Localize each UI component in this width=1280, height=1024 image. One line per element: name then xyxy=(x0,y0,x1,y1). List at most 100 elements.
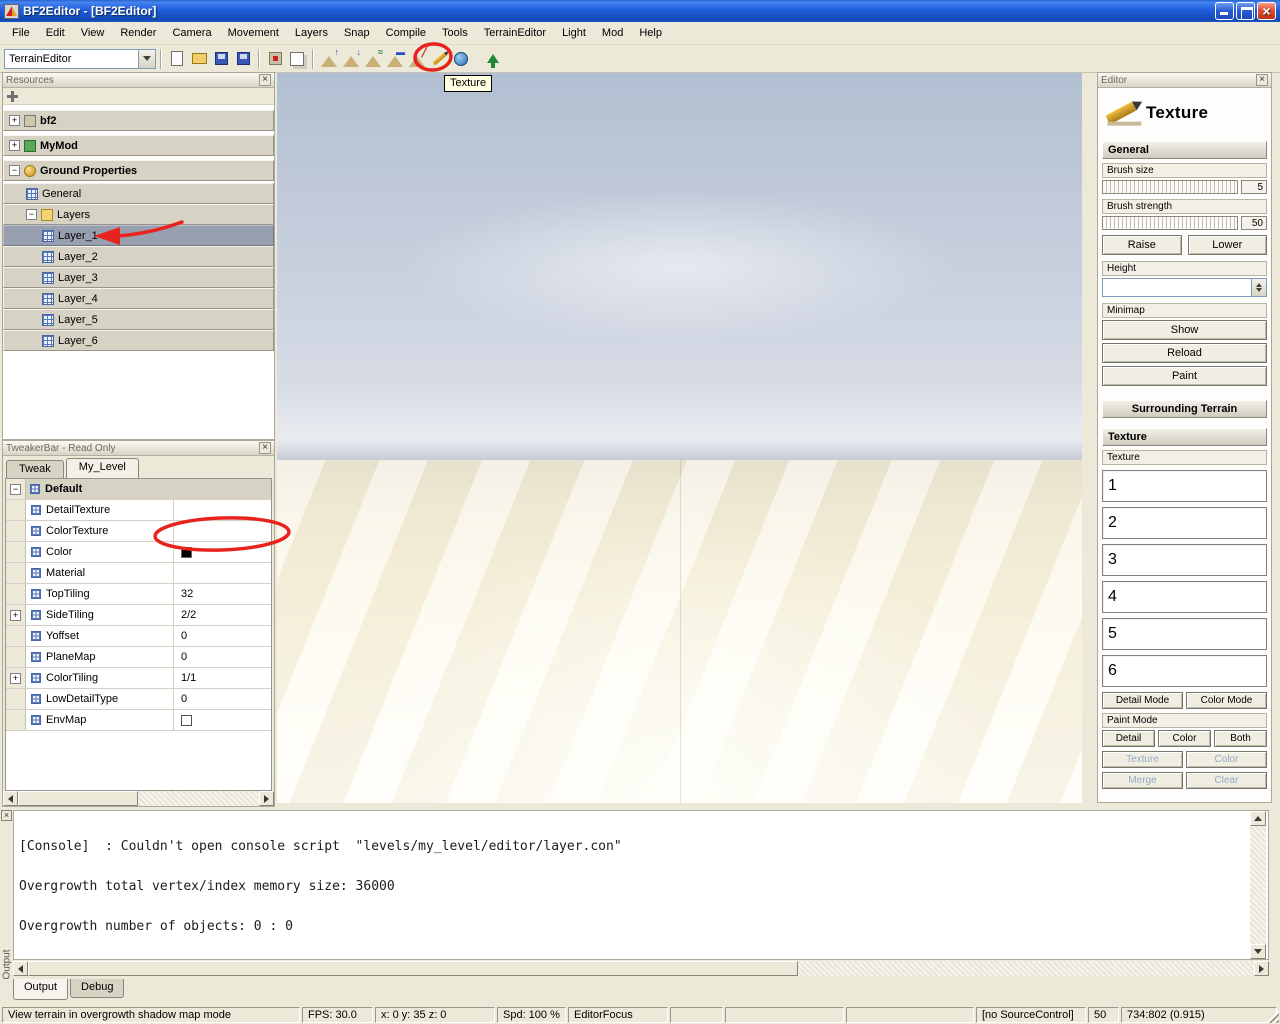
terrain-viewport[interactable] xyxy=(277,73,1082,803)
collapse-icon[interactable] xyxy=(26,209,37,220)
menu-item-view[interactable]: View xyxy=(73,23,113,43)
property-row-sidetiling[interactable]: SideTiling 2/2 xyxy=(6,605,271,626)
tree-item-layer-2[interactable]: Layer_2 xyxy=(3,246,274,267)
menu-item-snap[interactable]: Snap xyxy=(336,23,378,43)
menu-item-camera[interactable]: Camera xyxy=(164,23,219,43)
property-value[interactable] xyxy=(174,542,271,562)
property-row-toptiling[interactable]: TopTiling 32 xyxy=(6,584,271,605)
expand-icon[interactable] xyxy=(10,672,21,684)
tree-item-layer-3[interactable]: Layer_3 xyxy=(3,267,274,288)
tab-tweak[interactable]: Tweak xyxy=(6,460,64,478)
terrain-raise-icon[interactable]: ↑ xyxy=(318,47,340,70)
height-spinner[interactable] xyxy=(1251,279,1266,296)
menu-item-mod[interactable]: Mod xyxy=(594,23,631,43)
property-row-detailtexture[interactable]: DetailTexture xyxy=(6,500,271,521)
expand-icon[interactable] xyxy=(10,609,21,621)
scroll-thumb[interactable] xyxy=(28,961,798,976)
menu-item-tools[interactable]: Tools xyxy=(434,23,476,43)
envmap-checkbox[interactable] xyxy=(181,714,192,726)
scroll-left-icon[interactable] xyxy=(13,961,28,976)
property-row-planemap[interactable]: PlaneMap 0 xyxy=(6,647,271,668)
property-value[interactable]: 32 xyxy=(174,584,271,604)
close-icon[interactable] xyxy=(1256,74,1268,86)
scroll-thumb[interactable] xyxy=(18,791,138,806)
property-row-colortiling[interactable]: ColorTiling 1/1 xyxy=(6,668,271,689)
property-value[interactable]: 0 xyxy=(174,626,271,646)
property-value[interactable] xyxy=(174,563,271,583)
merge-button[interactable]: Merge xyxy=(1102,772,1183,789)
clear-button[interactable]: Clear xyxy=(1186,772,1267,789)
color-toggle-button[interactable]: Color xyxy=(1186,751,1267,768)
menu-item-compile[interactable]: Compile xyxy=(378,23,434,43)
property-row-color[interactable]: Color xyxy=(6,542,271,563)
texture-slot-3[interactable]: 3 xyxy=(1102,544,1267,576)
duplicate-pages-icon[interactable] xyxy=(286,48,308,70)
texture-slot-6[interactable]: 6 xyxy=(1102,655,1267,687)
tree-item-layer-4[interactable]: Layer_4 xyxy=(3,288,274,309)
texture-paint-icon[interactable] xyxy=(428,48,450,70)
lower-button[interactable]: Lower xyxy=(1187,235,1267,255)
property-row-material[interactable]: Material xyxy=(6,563,271,584)
collapse-icon[interactable] xyxy=(9,165,20,176)
tree-item-general[interactable]: General xyxy=(3,183,274,204)
texture-slot-1[interactable]: 1 xyxy=(1102,470,1267,502)
menu-item-terraineditor[interactable]: TerrainEditor xyxy=(476,23,554,43)
tweaker-horizontal-scrollbar[interactable] xyxy=(3,791,274,806)
menu-item-light[interactable]: Light xyxy=(554,23,594,43)
scroll-right-icon[interactable] xyxy=(259,791,274,806)
property-value[interactable]: 1/1 xyxy=(174,668,271,688)
menu-item-file[interactable]: File xyxy=(4,23,38,43)
save-icon[interactable] xyxy=(210,48,232,70)
paint-both-button[interactable]: Both xyxy=(1214,730,1267,747)
menu-item-help[interactable]: Help xyxy=(631,23,670,43)
color-mode-button[interactable]: Color Mode xyxy=(1186,692,1267,709)
expand-icon[interactable] xyxy=(9,115,20,126)
property-value[interactable] xyxy=(174,521,271,541)
detail-mode-button[interactable]: Detail Mode xyxy=(1102,692,1183,709)
texture-slot-4[interactable]: 4 xyxy=(1102,581,1267,613)
menu-item-edit[interactable]: Edit xyxy=(38,23,73,43)
output-vertical-scrollbar[interactable] xyxy=(1250,811,1266,959)
texture-slot-5[interactable]: 5 xyxy=(1102,618,1267,650)
expand-icon[interactable] xyxy=(9,140,20,151)
close-icon[interactable] xyxy=(1,810,12,821)
property-row-lowdetailtype[interactable]: LowDetailType 0 xyxy=(6,689,271,710)
tree-item-mymod[interactable]: MyMod xyxy=(3,135,274,156)
property-value[interactable] xyxy=(174,710,271,730)
property-value[interactable]: 2/2 xyxy=(174,605,271,625)
property-value[interactable]: 0 xyxy=(174,689,271,709)
menu-item-layers[interactable]: Layers xyxy=(287,23,336,43)
menu-item-render[interactable]: Render xyxy=(112,23,164,43)
paint-button[interactable]: Paint xyxy=(1102,366,1267,386)
paint-color-button[interactable]: Color xyxy=(1158,730,1211,747)
import-package-icon[interactable] xyxy=(264,48,286,70)
height-input[interactable] xyxy=(1102,278,1267,297)
terrain-ramp-icon[interactable]: ╱ xyxy=(406,47,428,70)
scroll-down-icon[interactable] xyxy=(1250,944,1266,959)
new-file-icon[interactable] xyxy=(166,48,188,70)
property-row-yoffset[interactable]: Yoffset 0 xyxy=(6,626,271,647)
terrain-flatten-icon[interactable]: ▬ xyxy=(384,47,406,70)
surrounding-terrain-button[interactable]: Surrounding Terrain xyxy=(1102,400,1267,418)
maximize-button[interactable] xyxy=(1236,2,1255,20)
property-value[interactable] xyxy=(174,500,271,520)
tab-output[interactable]: Output xyxy=(13,979,69,1000)
reload-button[interactable]: Reload xyxy=(1102,343,1267,363)
texture-slot-2[interactable]: 2 xyxy=(1102,507,1267,539)
brush-strength-slider[interactable] xyxy=(1102,216,1238,230)
tree-item-bf2[interactable]: bf2 xyxy=(3,110,274,131)
color-swatch[interactable] xyxy=(181,546,192,558)
globe-icon[interactable] xyxy=(450,48,472,70)
tree-item-ground-properties[interactable]: Ground Properties xyxy=(3,160,274,181)
resize-grip[interactable] xyxy=(1266,1010,1279,1023)
property-group-default[interactable]: Default xyxy=(6,479,271,500)
collapse-icon[interactable] xyxy=(10,483,21,495)
tree-item-layer-5[interactable]: Layer_5 xyxy=(3,309,274,330)
output-horizontal-scrollbar[interactable] xyxy=(13,961,1269,976)
scroll-right-icon[interactable] xyxy=(1254,961,1269,976)
save-all-icon[interactable] xyxy=(232,48,254,70)
brush-size-slider[interactable] xyxy=(1102,180,1238,194)
property-row-envmap[interactable]: EnvMap xyxy=(6,710,271,731)
tab-debug[interactable]: Debug xyxy=(70,979,125,998)
open-folder-icon[interactable] xyxy=(188,48,210,70)
